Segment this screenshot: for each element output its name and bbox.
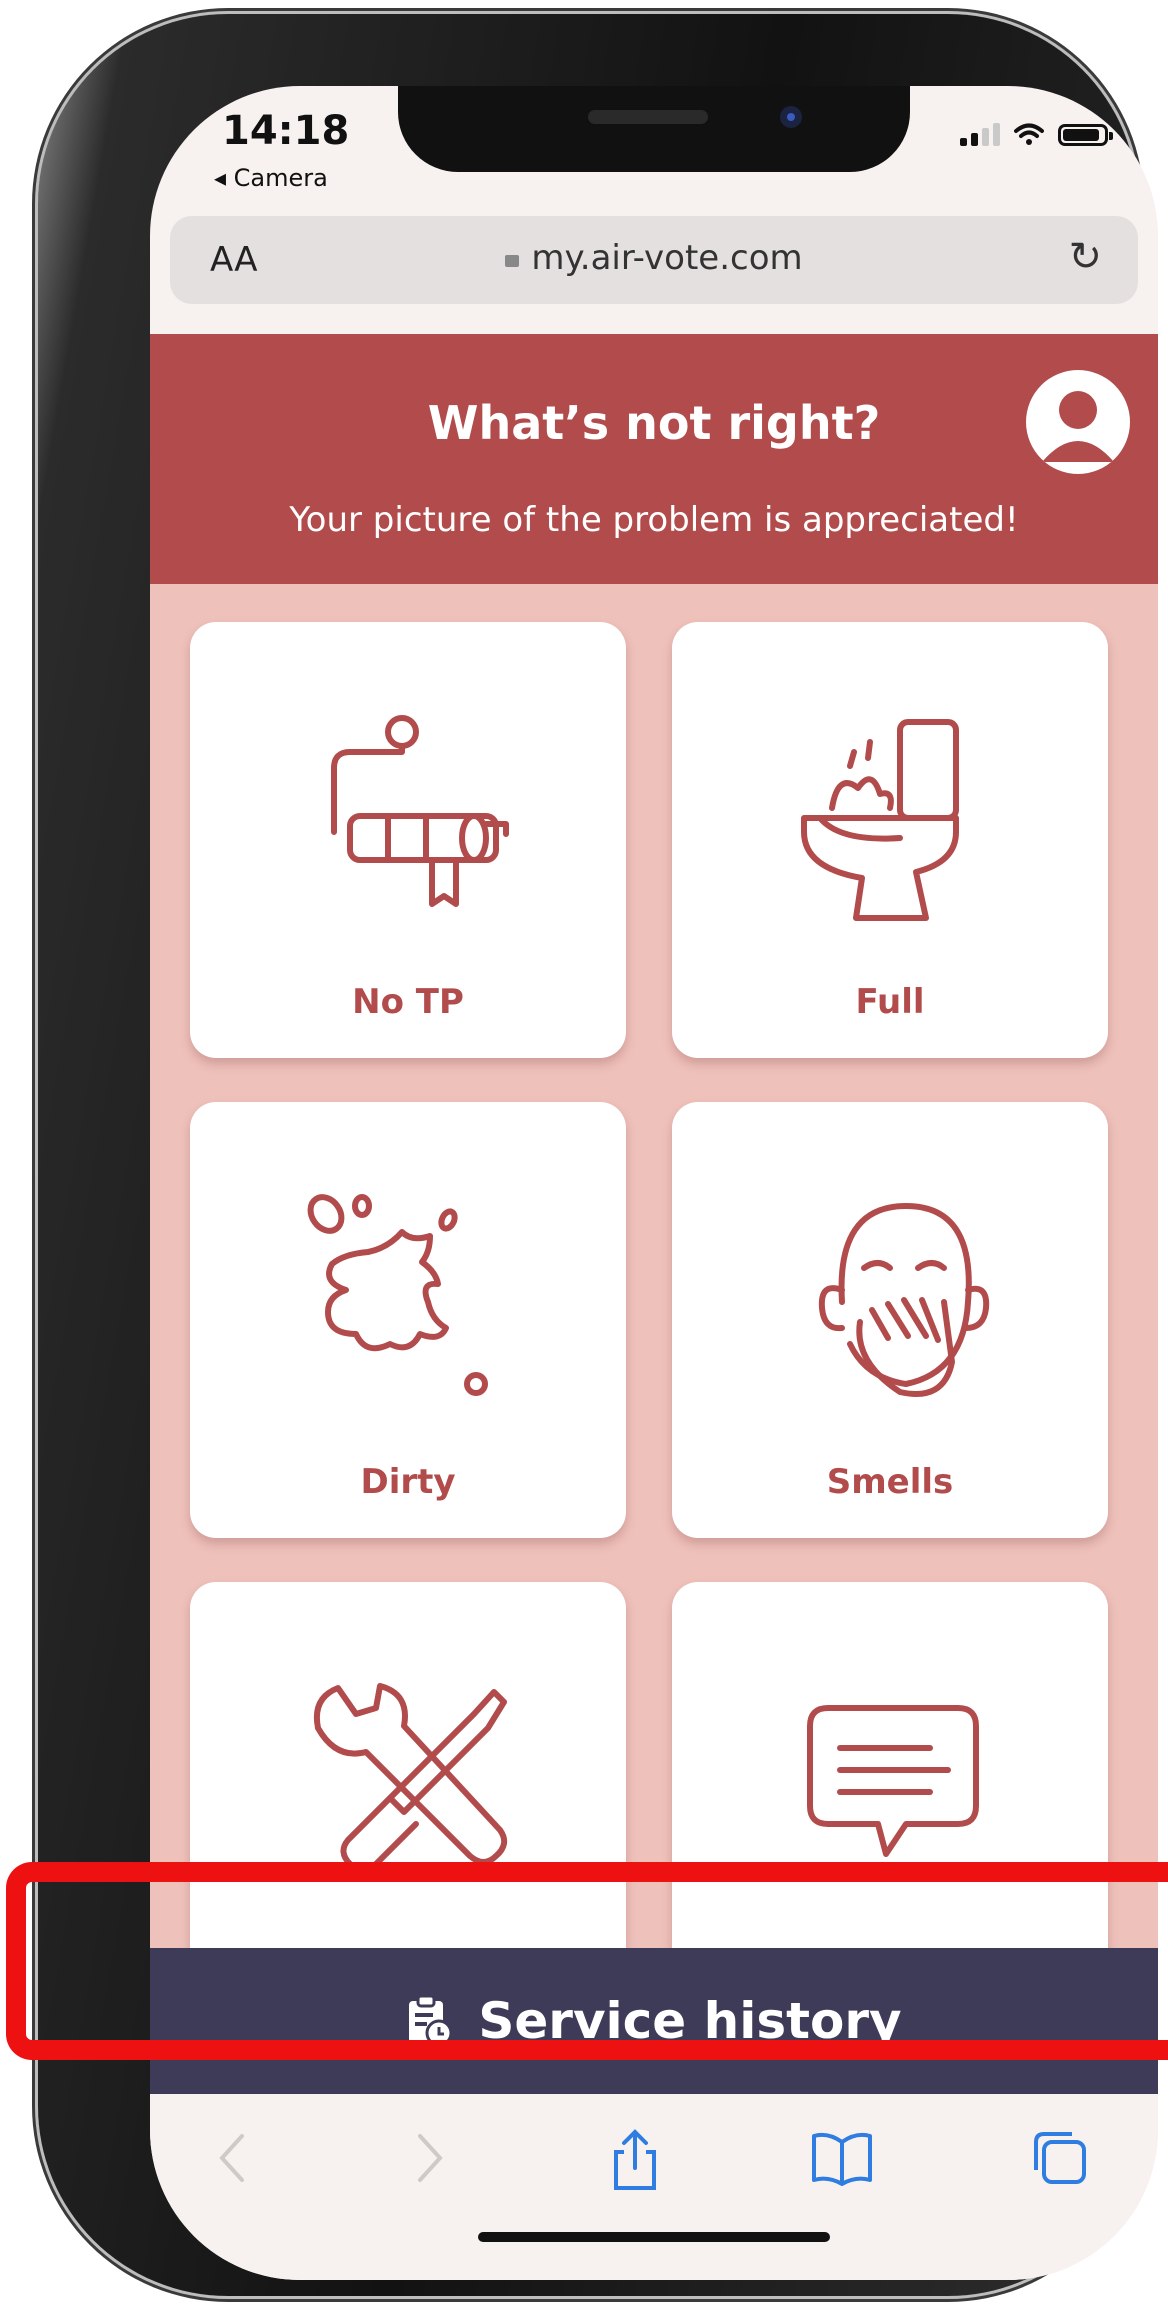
browser-toolbar	[150, 2094, 1158, 2280]
tabs-icon[interactable]	[1030, 2128, 1090, 2188]
tile-no-tp[interactable]: No TP	[190, 622, 626, 1058]
status-time: 14:18	[222, 108, 350, 154]
splash-stain-icon	[307, 1194, 488, 1396]
tile-label: Full	[855, 982, 925, 1022]
issue-grid: No TP Full Dirty Smells	[150, 584, 1158, 2018]
battery-icon	[1058, 124, 1113, 146]
toilet-paper-icon	[331, 715, 509, 907]
highlight-box	[6, 1862, 1168, 2060]
tile-full[interactable]: Full	[672, 622, 1108, 1058]
reload-icon[interactable]: ↻	[1068, 234, 1102, 280]
user-avatar-icon[interactable]	[1026, 370, 1130, 474]
tile-label: Dirty	[360, 1462, 456, 1502]
bookmarks-icon[interactable]	[810, 2128, 874, 2188]
covering-nose-icon	[818, 1203, 990, 1397]
back-arrow-icon[interactable]	[212, 2128, 252, 2188]
lock-icon	[505, 255, 520, 267]
address-bar[interactable]: AA my.air-vote.com ↻	[170, 216, 1138, 304]
page-title: What’s not right?	[427, 396, 881, 450]
speaker-grille	[588, 110, 708, 124]
tile-label: No TP	[352, 982, 464, 1022]
tile-dirty[interactable]: Dirty	[190, 1102, 626, 1538]
url-display[interactable]: my.air-vote.com	[170, 238, 1138, 278]
speech-bubble-icon	[807, 1705, 979, 1857]
page-subtitle: Your picture of the problem is appreciat…	[289, 500, 1019, 540]
tile-label: Smells	[826, 1462, 954, 1502]
overflowing-toilet-icon	[801, 719, 959, 921]
forward-arrow-icon[interactable]	[410, 2128, 450, 2188]
tile-smells[interactable]: Smells	[672, 1102, 1108, 1538]
back-to-camera-link[interactable]: ◂ Camera	[214, 164, 328, 192]
signal-icon	[960, 123, 1000, 146]
url-text: my.air-vote.com	[531, 238, 803, 278]
home-indicator[interactable]	[478, 2232, 830, 2242]
page-header: What’s not right? Your picture of the pr…	[150, 334, 1158, 584]
wrench-screwdriver-icon	[314, 1683, 508, 1874]
front-camera	[780, 106, 802, 128]
wifi-icon	[1014, 123, 1044, 145]
status-icons	[960, 122, 1113, 146]
notch	[398, 86, 910, 172]
share-icon[interactable]	[610, 2128, 660, 2192]
